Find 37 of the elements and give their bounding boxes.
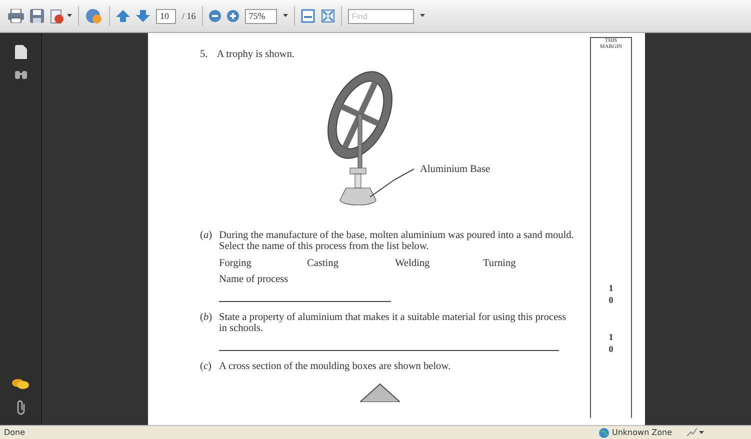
print-icon[interactable] (8, 6, 24, 26)
question-text: A trophy is shown. (216, 49, 295, 60)
comments-icon[interactable] (12, 378, 29, 390)
mark-value: 0 (608, 343, 614, 355)
dropdown-caret-icon (420, 14, 425, 18)
answer-label: Name of process (219, 274, 288, 285)
part-label: (c) (200, 361, 212, 372)
dropdown-caret-icon (282, 14, 288, 18)
mark-value: 1 (608, 282, 614, 294)
dropdown-caret-icon (699, 430, 704, 434)
leader-line (370, 168, 414, 198)
mark-value: 0 (608, 294, 614, 306)
figure-label: Aluminium Base (420, 164, 490, 175)
option-text: Forging (219, 258, 252, 269)
question-number: 5. (200, 49, 208, 60)
part-text: State a property of aluminium that makes it a suitable material for using this process in schools. (219, 312, 568, 334)
page-icon[interactable] (14, 45, 26, 59)
page-number-field[interactable]: 10 (156, 8, 176, 24)
option-text: Turning (483, 258, 517, 269)
save-icon[interactable] (30, 6, 44, 26)
option-text: Welding (395, 258, 431, 269)
paperclip-icon[interactable] (14, 400, 26, 415)
status-text: Done (4, 428, 26, 437)
option-text: Casting (307, 258, 340, 269)
mark-value: 1 (608, 331, 614, 343)
mould-drawing (360, 382, 400, 402)
zoom-field[interactable]: 75% (244, 8, 277, 24)
graph-icon (687, 428, 697, 437)
binoculars-icon[interactable] (14, 69, 26, 79)
zone-text: Unknown Zone (612, 428, 674, 437)
part-text: A cross section of the moulding boxes are shown below. (219, 361, 452, 372)
part-label: (b) (200, 312, 214, 325)
page-total: / 16 (182, 11, 196, 21)
part-text: During the manufacture of the base, molten aluminium was poured into a sand mould. Select the name of this process from the list below. (219, 230, 575, 252)
find-field[interactable]: Find (348, 8, 414, 24)
part-label: (a) (200, 230, 214, 243)
dropdown-caret-icon (67, 14, 72, 18)
